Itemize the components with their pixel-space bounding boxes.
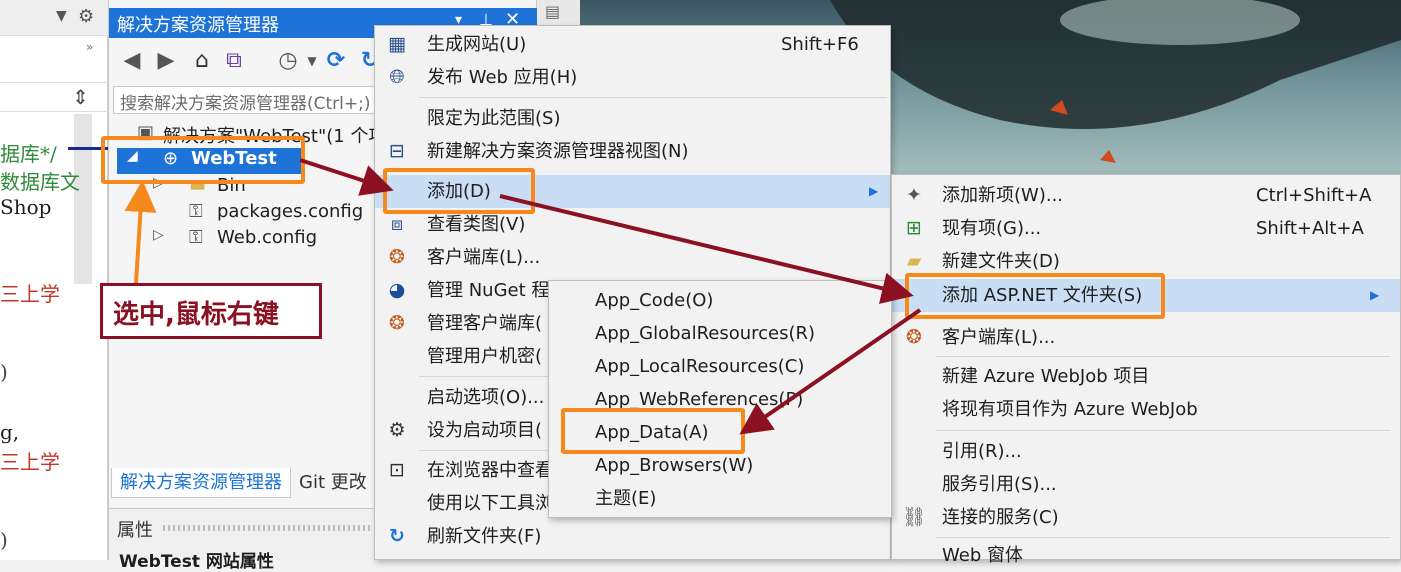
arrow-to-app-data: [739, 308, 922, 435]
arrow-callout-to-webtest: [124, 180, 157, 284]
arrow-to-aspnet-folder: [499, 194, 914, 304]
annotation-callout: 选中,鼠标右键: [100, 283, 322, 339]
annotation-arrows: [124, 158, 922, 435]
arrow-to-add: [299, 158, 394, 196]
